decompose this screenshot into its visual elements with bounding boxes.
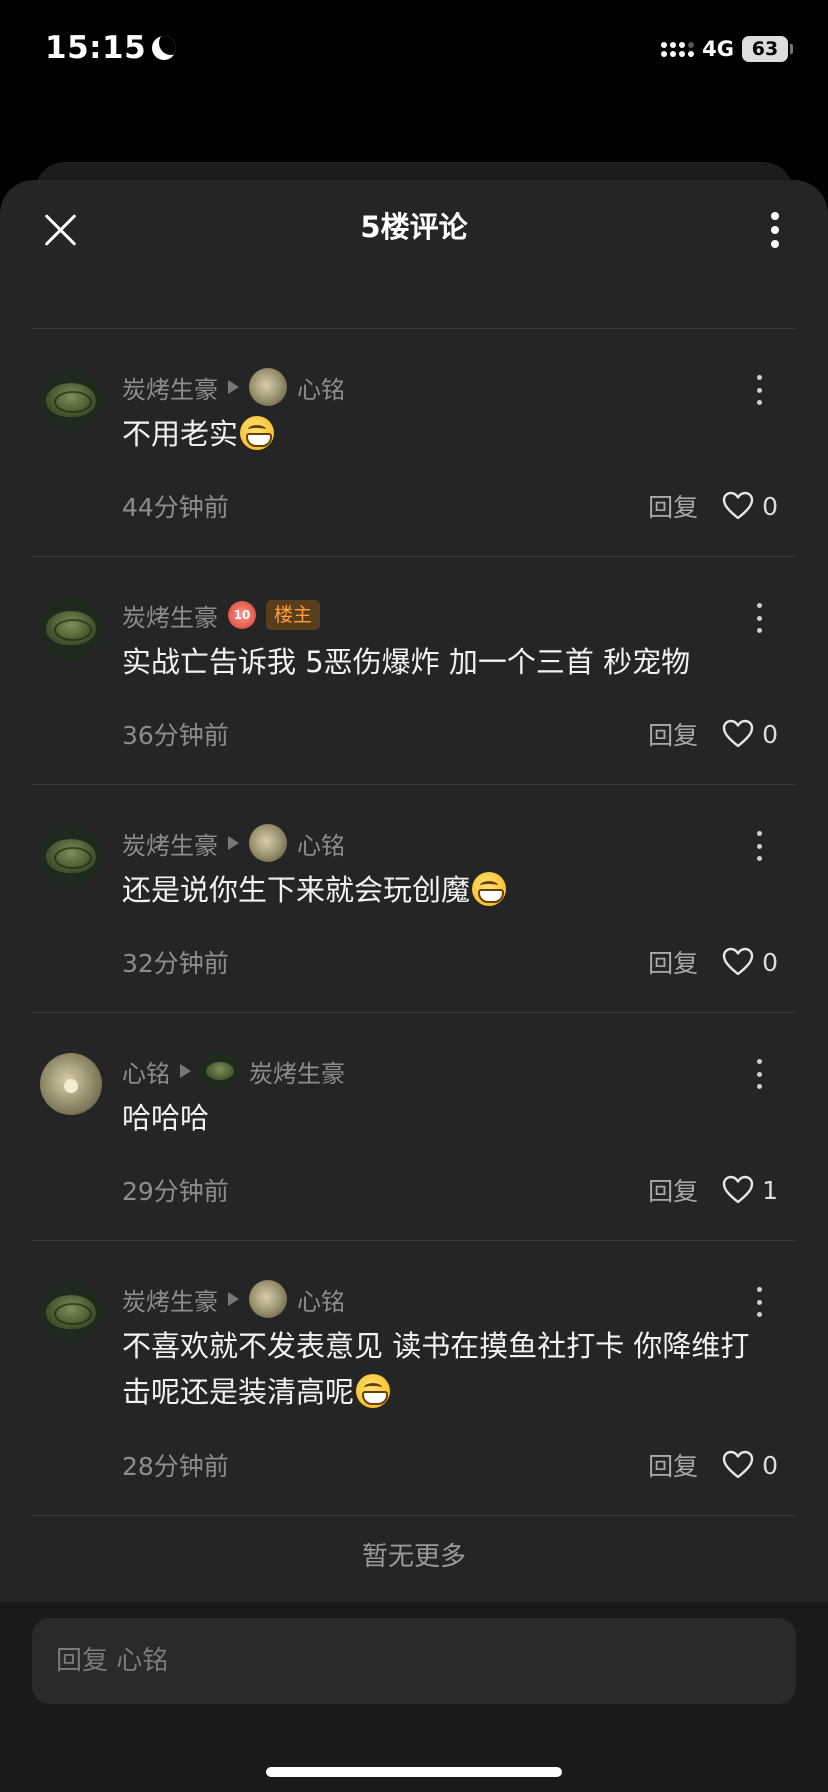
home-indicator[interactable]: [266, 1767, 562, 1777]
status-bar: 15:15 4G 63: [0, 0, 828, 100]
panel-title: 5楼评论: [360, 210, 468, 244]
reply-to-name[interactable]: 心铭: [297, 826, 345, 861]
author-name[interactable]: 心铭: [122, 1054, 170, 1089]
grin-icon: [240, 416, 275, 450]
reply-to-name[interactable]: 心铭: [297, 1282, 345, 1317]
heart-icon: [722, 719, 754, 748]
like-button[interactable]: 0: [722, 719, 778, 749]
like-count: 0: [762, 1450, 778, 1480]
comment-item: 炭烤生豪 心铭 还是说你生下来就会玩创魔 32分钟前 回复 0: [32, 785, 796, 1013]
like-button[interactable]: 0: [722, 491, 778, 521]
comment-footer: 29分钟前 回复 1: [122, 1170, 778, 1210]
grin-icon: [356, 1374, 391, 1408]
comment-more-icon[interactable]: [756, 375, 764, 405]
like-count: 0: [762, 491, 778, 521]
comment-text: 不用老实: [122, 411, 776, 457]
reply-button[interactable]: 回复: [648, 488, 698, 524]
comment-more-icon[interactable]: [756, 831, 764, 861]
comment-more-icon[interactable]: [756, 1287, 764, 1317]
comment-footer: 28分钟前 回复 0: [122, 1445, 778, 1485]
host-badge: 楼主: [266, 600, 321, 630]
battery-icon: 63: [742, 36, 793, 62]
comment-meta: 炭烤生豪 心铭: [122, 1279, 345, 1319]
comment-text: 不喜欢就不发表意见 读书在摸鱼社打卡 你降维打击呢还是装清高呢: [122, 1329, 750, 1409]
reply-button[interactable]: 回复: [648, 1447, 698, 1483]
reply-to-avatar: [249, 824, 287, 862]
heart-icon: [722, 1450, 754, 1479]
comment-meta: 炭烤生豪 心铭: [122, 823, 345, 863]
status-time: 15:15: [45, 30, 177, 66]
comment-item: 炭烤生豪 10 楼主 实战亡告诉我 5恶伤爆炸 加一个三首 秒宠物 36分钟前 …: [32, 557, 796, 785]
more-options-icon[interactable]: [770, 212, 780, 248]
reply-to-name[interactable]: 炭烤生豪: [249, 1054, 345, 1089]
avatar[interactable]: [40, 1053, 102, 1115]
like-button[interactable]: 0: [722, 1450, 778, 1480]
no-more-text: 暂无更多: [361, 1542, 466, 1572]
comment-footer: 44分钟前 回复 0: [122, 486, 778, 526]
avatar[interactable]: [40, 1281, 102, 1343]
moon-icon: [152, 36, 177, 60]
comment-text: 还是说你生下来就会玩创魔: [122, 867, 776, 913]
comment-time: 28分钟前: [122, 1452, 229, 1481]
like-count: 0: [762, 719, 778, 749]
comment-meta: 心铭 炭烤生豪: [122, 1051, 345, 1091]
status-indicators: 4G 63: [661, 36, 793, 62]
comment-more-icon[interactable]: [756, 603, 764, 633]
reply-to-name[interactable]: 心铭: [297, 370, 345, 405]
comment-time: 44分钟前: [122, 493, 229, 522]
avatar[interactable]: [40, 825, 102, 887]
reply-input[interactable]: 回复 心铭: [32, 1618, 796, 1704]
comment-time: 32分钟前: [122, 949, 229, 978]
reply-to-avatar: [201, 1052, 239, 1090]
avatar[interactable]: [40, 369, 102, 431]
network-type: 4G: [702, 37, 734, 61]
avatar[interactable]: [40, 597, 102, 659]
comment-item: 炭烤生豪 心铭 不喜欢就不发表意见 读书在摸鱼社打卡 你降维打击呢还是装清高呢 …: [32, 1241, 796, 1516]
level-badge: 10: [228, 601, 256, 629]
comment-footer: 32分钟前 回复 0: [122, 942, 778, 982]
panel-header: 5楼评论: [0, 180, 828, 280]
comment-footer: 36分钟前 回复 0: [122, 714, 778, 754]
reply-arrow-icon: [228, 836, 239, 850]
comment-panel: 5楼评论 炭烤生豪 心铭 不用老实 44分钟前 回复 0 炭烤生豪 10 楼主 …: [0, 180, 828, 1792]
reply-bar: 回复 心铭: [0, 1602, 828, 1792]
comment-item: 心铭 炭烤生豪 哈哈哈 29分钟前 回复 1: [32, 1013, 796, 1241]
comment-item: 炭烤生豪 心铭 不用老实 44分钟前 回复 0: [32, 329, 796, 557]
signal-icon: [661, 41, 695, 57]
clock-text: 15:15: [45, 30, 147, 66]
heart-icon: [722, 1175, 754, 1204]
reply-arrow-icon: [228, 1292, 239, 1306]
comment-time: 29分钟前: [122, 1177, 229, 1206]
heart-icon: [722, 947, 754, 976]
like-button[interactable]: 1: [722, 1175, 778, 1205]
like-count: 0: [762, 947, 778, 977]
comment-text: 实战亡告诉我 5恶伤爆炸 加一个三首 秒宠物: [122, 645, 691, 679]
reply-button[interactable]: 回复: [648, 716, 698, 752]
reply-arrow-icon: [180, 1064, 191, 1078]
comment-meta: 炭烤生豪 心铭: [122, 367, 345, 407]
author-name[interactable]: 炭烤生豪: [122, 598, 218, 633]
like-count: 1: [762, 1175, 778, 1205]
author-name[interactable]: 炭烤生豪: [122, 370, 218, 405]
like-button[interactable]: 0: [722, 947, 778, 977]
reply-arrow-icon: [228, 380, 239, 394]
reply-button[interactable]: 回复: [648, 1172, 698, 1208]
reply-to-avatar: [249, 1280, 287, 1318]
comment-meta: 炭烤生豪 10 楼主: [122, 595, 321, 635]
reply-to-avatar: [249, 368, 287, 406]
comment-more-icon[interactable]: [756, 1059, 764, 1089]
grin-icon: [472, 872, 507, 906]
author-name[interactable]: 炭烤生豪: [122, 826, 218, 861]
comment-list: 炭烤生豪 心铭 不用老实 44分钟前 回复 0 炭烤生豪 10 楼主 实战亡告诉…: [0, 329, 828, 1516]
comment-time: 36分钟前: [122, 721, 229, 750]
author-name[interactable]: 炭烤生豪: [122, 1282, 218, 1317]
comment-text: 哈哈哈: [122, 1101, 210, 1135]
heart-icon: [722, 491, 754, 520]
reply-button[interactable]: 回复: [648, 944, 698, 980]
